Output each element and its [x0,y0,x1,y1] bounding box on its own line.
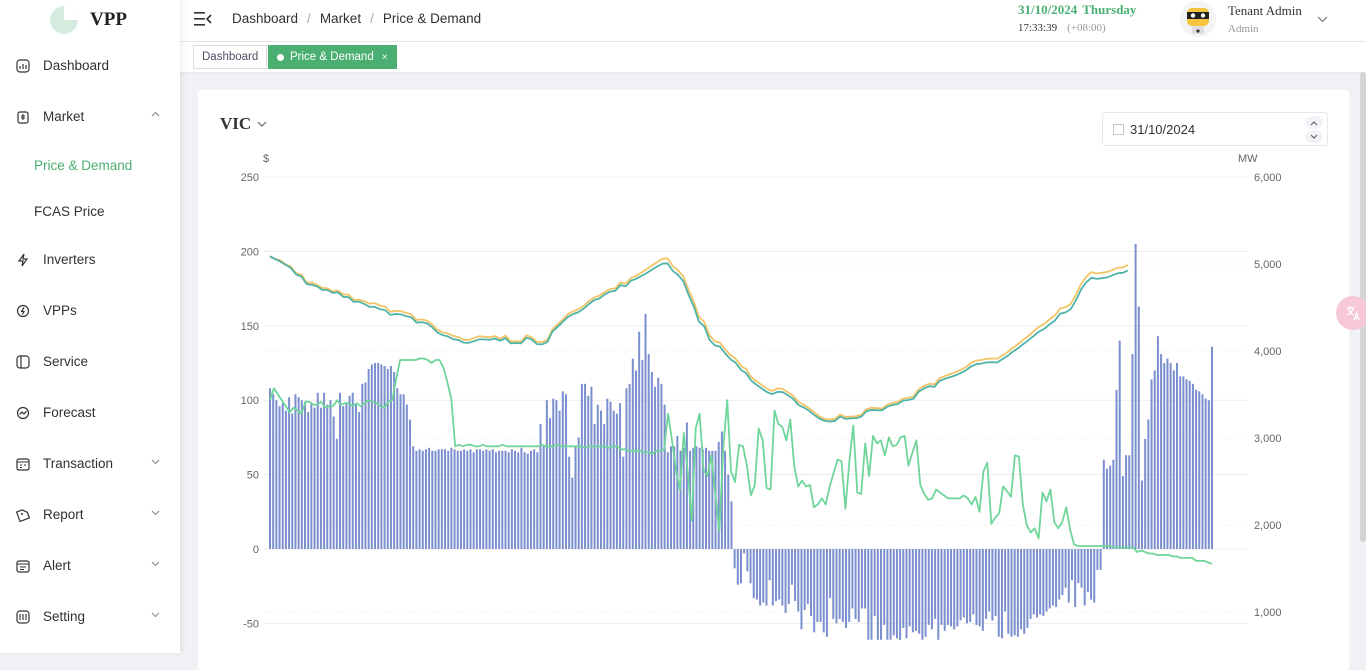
service-icon [16,354,30,369]
transaction-icon [16,457,30,471]
sidebar-item-forecast[interactable]: Forecast [0,387,180,438]
user-role: Admin [1228,23,1259,35]
tags-view: Dashboard Price & Demand × [180,42,1366,72]
breadcrumb-price-demand: Price & Demand [382,11,482,26]
sidebar-item-label: Forecast [43,405,96,420]
sidebar-item-setting[interactable]: Setting [0,591,180,642]
sidebar-item-label: Transaction [43,456,114,471]
tag-label: Dashboard [202,51,259,63]
tag-label: Price & Demand [290,51,374,63]
breadcrumb-separator: / [370,11,374,26]
sidebar: VPP Dashboard Market Price & Demand FCAS Pr… [0,0,180,653]
sidebar-item-label: Service [43,354,89,369]
chevron-down-icon [151,510,160,516]
collapse-menu-icon[interactable] [194,11,212,27]
sidebar-subitem-fcas-price[interactable]: FCAS Price [0,188,180,234]
region-value: VIC [220,114,252,133]
sidebar-item-report[interactable]: Report [0,489,180,540]
chevron-up-icon [151,111,160,117]
breadcrumb-market[interactable]: Market [320,11,361,26]
current-time: 17:33:39 [1018,22,1058,34]
region-select[interactable]: VIC [220,114,267,134]
sidebar-item-dashboard[interactable]: Dashboard [0,40,180,91]
forecast-icon [16,406,30,419]
user-info[interactable]: Tenant Admin Admin [1228,3,1302,35]
bolt-icon [17,253,29,266]
sidebar-item-label: Alert [43,558,71,573]
sidebar-menu: Dashboard Market Price & Demand FCAS Price I… [0,40,180,642]
sidebar-item-label: Market [43,109,85,124]
sidebar-item-label: VPPs [43,303,77,318]
chevron-down-icon [151,612,160,618]
market-icon [17,110,29,124]
alert-icon [16,559,30,573]
dashboard-icon [16,58,30,73]
sidebar-item-label: Setting [43,609,86,624]
date-picker[interactable]: 31/10/2024 [1102,112,1328,146]
active-dot-icon [277,53,284,61]
logo-pie-icon [50,6,78,34]
current-weekday: Thursday [1082,2,1137,17]
logo[interactable]: VPP [0,0,180,40]
report-icon [16,508,30,522]
main-card: VIC 31/10/2024 [198,90,1349,670]
sidebar-item-vpps[interactable]: VPPs [0,285,180,336]
tag-price-demand[interactable]: Price & Demand × [268,45,397,69]
vpp-icon [16,304,30,317]
calendar-icon [1113,123,1124,135]
translate-button[interactable] [1336,296,1366,330]
sidebar-item-service[interactable]: Service [0,336,180,387]
sidebar-subitem-price-demand[interactable]: Price & Demand [0,142,180,188]
chevron-down-icon [257,121,267,127]
close-icon[interactable]: × [382,52,388,63]
app-name: VPP [90,9,127,30]
clock: 31/10/2024 Thursday 17:33:39 (+08:00) [1018,2,1136,34]
sidebar-item-label: Inverters [43,252,96,267]
user-name: Tenant Admin [1228,3,1302,18]
sidebar-item-alert[interactable]: Alert [0,540,180,591]
user-dropdown-chevron-icon[interactable] [1317,14,1328,24]
current-date: 31/10/2024 [1018,2,1078,17]
chevron-down-icon [1310,134,1318,139]
sidebar-item-label: Report [43,507,84,522]
tag-dashboard[interactable]: Dashboard [193,45,268,69]
breadcrumb-separator: / [307,11,311,26]
robot-avatar-icon [1187,8,1209,34]
chevron-down-icon [151,459,160,465]
date-input-value[interactable]: 31/10/2024 [1130,122,1195,137]
date-increment-button[interactable] [1305,116,1323,129]
avatar[interactable] [1180,1,1216,37]
date-decrement-button[interactable] [1305,130,1323,143]
top-bar: Dashboard / Market / Price & Demand 31/1… [180,0,1366,42]
sidebar-item-market[interactable]: Market [0,91,180,142]
sidebar-item-label: Dashboard [43,58,110,73]
chevron-down-icon [151,561,160,567]
breadcrumb: Dashboard / Market / Price & Demand [232,11,481,26]
sidebar-item-transaction[interactable]: Transaction [0,438,180,489]
translate-icon [1346,306,1360,321]
timezone: (+08:00) [1067,22,1106,34]
chevron-up-icon [1310,120,1318,125]
sidebar-item-inverters[interactable]: Inverters [0,234,180,285]
setting-icon [16,609,30,624]
breadcrumb-dashboard[interactable]: Dashboard [232,11,298,26]
